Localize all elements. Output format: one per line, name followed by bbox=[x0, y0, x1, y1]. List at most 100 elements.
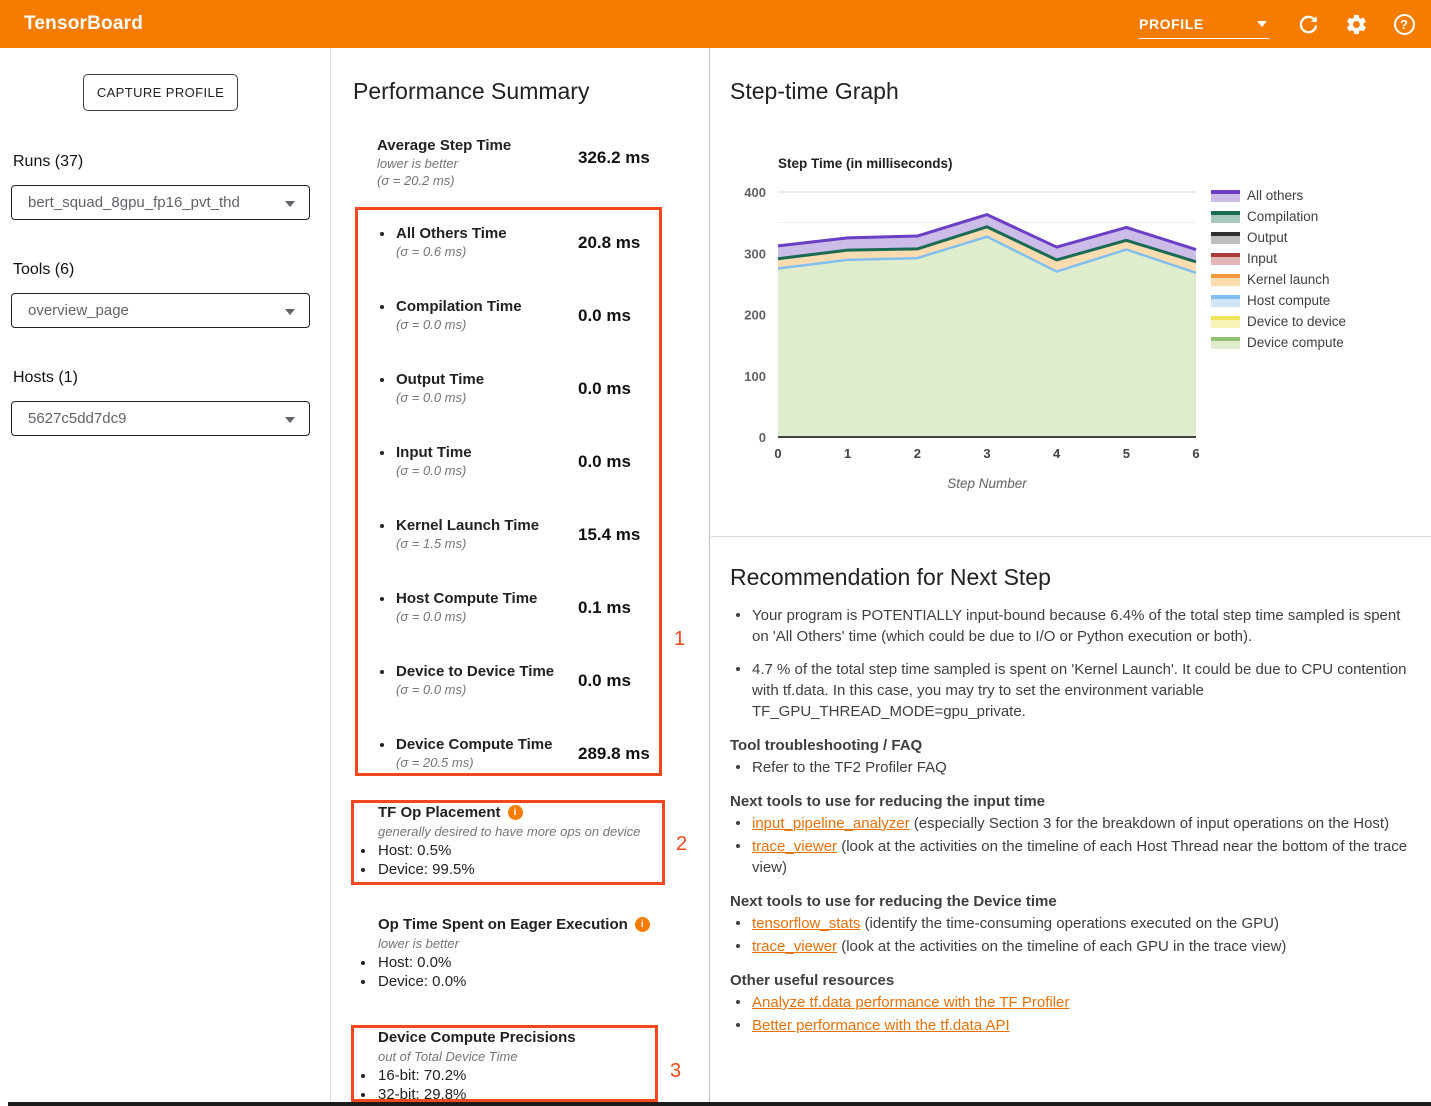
settings-button[interactable] bbox=[1343, 11, 1369, 37]
metric-label: Kernel Launch Time bbox=[396, 517, 576, 534]
metric-sigma: (σ = 1.5 ms) bbox=[396, 536, 576, 551]
eager-execution-block: Op Time Spent on Eager Executioni lower … bbox=[378, 916, 650, 990]
tf-op-device-item: Device: 99.5% bbox=[378, 861, 640, 878]
dashboard-selector[interactable]: PROFILE bbox=[1139, 9, 1269, 39]
tf-op-host-item: Host: 0.5% bbox=[378, 842, 640, 859]
tools-select-value: overview_page bbox=[28, 302, 129, 319]
help-button[interactable]: ? bbox=[1391, 11, 1417, 37]
tool-item: trace_viewer (look at the activities on … bbox=[730, 936, 1420, 957]
tool-item: input_pipeline_analyzer (especially Sect… bbox=[730, 813, 1420, 834]
metric-row: Output Time (σ = 0.0 ms) bbox=[396, 371, 576, 405]
legend-item: Host compute bbox=[1211, 294, 1346, 307]
metric-sigma: (σ = 0.0 ms) bbox=[396, 682, 596, 697]
metric-label: Compilation Time bbox=[396, 298, 576, 315]
metric-value: 0.1 ms bbox=[578, 598, 631, 618]
bullet-icon bbox=[361, 849, 365, 853]
metric-row: All Others Time (σ = 0.6 ms) bbox=[396, 225, 576, 259]
section-divider bbox=[711, 536, 1431, 537]
step-time-chart-svg: 01002003004000123456Step Time (in millis… bbox=[731, 150, 1251, 495]
avg-step-time-row: Average Step Time lower is better (σ = 2… bbox=[377, 137, 557, 188]
resource-item: Analyze tf.data performance with the TF … bbox=[730, 992, 1420, 1013]
hosts-label: Hosts (1) bbox=[13, 369, 78, 387]
metric-label: Input Time bbox=[396, 444, 576, 461]
capture-profile-button[interactable]: CAPTURE PROFILE bbox=[83, 74, 238, 111]
legend-item: All others bbox=[1211, 189, 1346, 202]
tfdata-api-link[interactable]: Better performance with the tf.data API bbox=[752, 1017, 1010, 1034]
bullet-icon bbox=[361, 1093, 365, 1097]
metric-row: Device Compute Time (σ = 20.5 ms) bbox=[396, 736, 596, 770]
bullet-icon bbox=[380, 451, 384, 455]
eager-title: Op Time Spent on Eager Execution bbox=[378, 916, 628, 933]
metric-value: 20.8 ms bbox=[578, 233, 640, 253]
metric-sigma: (σ = 0.0 ms) bbox=[396, 317, 576, 332]
metric-row: Host Compute Time (σ = 0.0 ms) bbox=[396, 590, 576, 624]
metric-value: 326.2 ms bbox=[578, 148, 650, 168]
metric-label: Device Compute Time bbox=[396, 736, 596, 753]
legend-swatch bbox=[1211, 295, 1240, 307]
metric-label: Output Time bbox=[396, 371, 576, 388]
legend-item: Compilation bbox=[1211, 210, 1346, 223]
metric-row: Compilation Time (σ = 0.0 ms) bbox=[396, 298, 576, 332]
device-tools-heading: Next tools to use for reducing the Devic… bbox=[730, 893, 1420, 910]
tools-select[interactable]: overview_page bbox=[11, 293, 310, 328]
faq-heading: Tool troubleshooting / FAQ bbox=[730, 737, 1420, 754]
legend-swatch bbox=[1211, 211, 1240, 223]
runs-label: Runs (37) bbox=[13, 153, 83, 171]
legend-swatch bbox=[1211, 274, 1240, 286]
metric-sigma: (σ = 20.5 ms) bbox=[396, 755, 596, 770]
info-icon[interactable]: i bbox=[635, 917, 650, 932]
refresh-button[interactable] bbox=[1295, 11, 1321, 37]
svg-text:400: 400 bbox=[744, 185, 766, 200]
app-header: TensorBoard PROFILE ? bbox=[0, 0, 1431, 48]
metric-label: Device to Device Time bbox=[396, 663, 596, 680]
tool-item: trace_viewer (look at the activities on … bbox=[730, 836, 1420, 878]
performance-summary-title: Performance Summary bbox=[353, 78, 589, 105]
recommendation-bullet: Your program is POTENTIALLY input-bound … bbox=[730, 605, 1420, 647]
input-pipeline-analyzer-link[interactable]: input_pipeline_analyzer bbox=[752, 815, 910, 832]
hosts-select[interactable]: 5627c5dd7dc9 bbox=[11, 401, 310, 436]
legend-swatch bbox=[1211, 337, 1240, 349]
svg-text:Step Time (in milliseconds): Step Time (in milliseconds) bbox=[778, 156, 953, 171]
dashboard-selector-value: PROFILE bbox=[1139, 16, 1204, 32]
annotation-label-1: 1 bbox=[674, 628, 685, 651]
performance-summary-panel: Performance Summary Average Step Time lo… bbox=[331, 48, 710, 1106]
bullet-icon bbox=[380, 670, 384, 674]
metric-value: 0.0 ms bbox=[578, 452, 631, 472]
precision-32bit-item: 32-bit: 29.8% bbox=[378, 1086, 576, 1103]
precisions-title: Device Compute Precisions bbox=[378, 1029, 576, 1046]
metric-note: lower is better bbox=[377, 156, 557, 171]
bullet-icon bbox=[380, 305, 384, 309]
runs-select[interactable]: bert_squad_8gpu_fp16_pvt_thd bbox=[11, 185, 310, 220]
metric-row: Device to Device Time (σ = 0.0 ms) bbox=[396, 663, 596, 697]
app-title: TensorBoard bbox=[24, 13, 143, 35]
trace-viewer-link[interactable]: trace_viewer bbox=[752, 938, 837, 955]
svg-text:1: 1 bbox=[844, 446, 851, 461]
tf-op-placement-subtitle: generally desired to have more ops on de… bbox=[378, 824, 640, 839]
svg-text:2: 2 bbox=[914, 446, 921, 461]
precisions-block: Device Compute Precisions out of Total D… bbox=[378, 1029, 576, 1103]
metric-sigma: (σ = 20.2 ms) bbox=[377, 173, 557, 188]
tfdata-profiler-link[interactable]: Analyze tf.data performance with the TF … bbox=[752, 994, 1069, 1011]
tf-op-placement-title: TF Op Placement bbox=[378, 804, 501, 821]
tensorflow-stats-link[interactable]: tensorflow_stats bbox=[752, 915, 860, 932]
metric-row: Kernel Launch Time (σ = 1.5 ms) bbox=[396, 517, 576, 551]
info-icon[interactable]: i bbox=[508, 805, 523, 820]
legend-item: Device to device bbox=[1211, 315, 1346, 328]
sidebar: CAPTURE PROFILE Runs (37) bert_squad_8gp… bbox=[0, 48, 331, 1106]
metric-value: 0.0 ms bbox=[578, 671, 631, 691]
chart-legend: All others Compilation Output Input Kern… bbox=[1211, 189, 1346, 349]
bullet-icon bbox=[361, 1074, 365, 1078]
resources-heading: Other useful resources bbox=[730, 972, 1420, 989]
refresh-icon bbox=[1297, 13, 1320, 36]
metric-label: Average Step Time bbox=[377, 137, 557, 154]
trace-viewer-link[interactable]: trace_viewer bbox=[752, 838, 837, 855]
tf-op-placement-block: TF Op Placement i generally desired to ha… bbox=[378, 804, 640, 878]
tools-label: Tools (6) bbox=[13, 261, 74, 279]
chevron-down-icon bbox=[285, 309, 295, 315]
faq-item: Refer to the TF2 Profiler FAQ bbox=[730, 757, 1420, 778]
window-bottom-edge bbox=[8, 1102, 1431, 1106]
legend-item: Input bbox=[1211, 252, 1346, 265]
svg-text:0: 0 bbox=[759, 430, 766, 445]
bullet-icon bbox=[361, 868, 365, 872]
bullet-icon bbox=[361, 961, 365, 965]
